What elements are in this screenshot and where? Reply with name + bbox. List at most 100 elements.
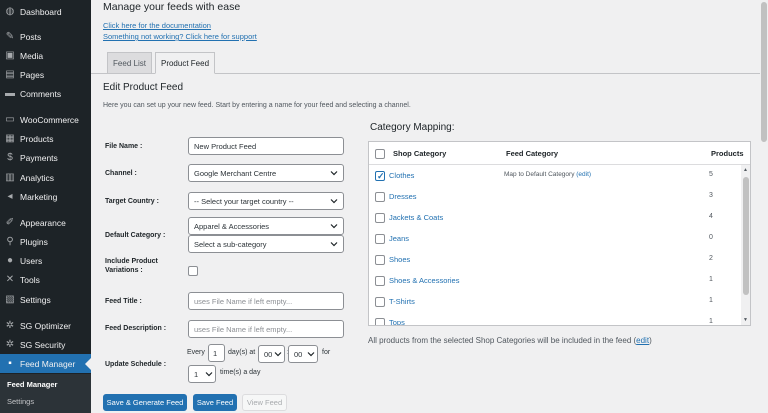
feed-category-header: Feed Category [506,149,559,158]
category-name[interactable]: T-Shirts [389,297,415,306]
submenu-item-feed-manager[interactable]: Feed Manager [7,380,57,389]
sidebar-item-feed-manager[interactable]: ▪ Feed Manager [0,354,91,373]
sidebar-item-label: Plugins [20,236,48,247]
times-select-value: 1 [194,369,199,379]
category-checkbox-jeans[interactable] [375,234,385,244]
product-count: 3 [709,192,713,199]
target-country-select[interactable]: -- Select your target country -- [188,192,344,210]
category-checkbox-dresses[interactable] [375,192,385,202]
sidebar-item-marketing[interactable]: ◂ Marketing [0,187,91,206]
sidebar-item-sg-security[interactable]: ✲ SG Security [0,335,91,354]
sidebar-item-products[interactable]: ▦ Products [0,129,91,148]
documentation-link[interactable]: Click here for the documentation [103,21,211,30]
scroll-up-icon[interactable]: ▲ [743,167,748,173]
chevron-down-icon [274,352,282,357]
category-mapping-table: Shop Category Feed Category Products ✓ C… [368,141,751,326]
feed-manager-icon: ▪ [8,358,12,369]
select-all-categories-checkbox[interactable] [375,149,385,159]
sidebar-item-woocommerce[interactable]: ▭ WooCommerce [0,110,91,129]
sidebar-item-users[interactable]: ● Users [0,251,91,270]
hour-select[interactable]: 00 [258,345,285,363]
submenu-item-settings[interactable]: Settings [7,397,34,406]
target-country-select-value: -- Select your target country -- [194,196,294,206]
product-count: 2 [709,255,713,262]
sub-category-select[interactable]: Select a sub-category [188,235,344,253]
sidebar-item-media[interactable]: ▣ Media [0,46,91,65]
product-count: 0 [709,234,713,241]
mapping-edit-link[interactable]: (edit) [576,171,591,178]
dashboard-icon: ◍ [5,6,15,17]
marketing-icon: ◂ [7,191,13,202]
default-category-select[interactable]: Apparel & Accessories [188,217,344,235]
category-row-jackets-coats: Jackets & Coats 4 [369,207,741,228]
category-checkbox-t-shirts[interactable] [375,297,385,307]
sidebar-item-plugins[interactable]: ⚲ Plugins [0,232,91,251]
category-name[interactable]: Jackets & Coats [389,213,443,222]
category-name[interactable]: Shoes [389,255,410,264]
sidebar-item-comments[interactable]: ▬ Comments [0,84,91,103]
category-name[interactable]: Dresses [389,192,417,201]
media-icon: ▣ [5,50,15,61]
products-icon: ▦ [5,133,15,144]
tab-product-feed[interactable]: Product Feed [155,52,215,74]
view-feed-button[interactable]: View Feed [242,394,287,411]
channel-select-value: Google Merchant Centre [194,168,277,178]
category-name[interactable]: Jeans [389,234,409,243]
category-checkbox-jackets-coats[interactable] [375,213,385,223]
save-generate-feed-button[interactable]: Save & Generate Feed [103,394,187,411]
sg-security-icon: ✲ [5,339,15,350]
window-scrollbar[interactable] [760,0,768,413]
sidebar-item-sg-optimizer[interactable]: ✲ SG Optimizer [0,316,91,335]
sidebar-item-tools[interactable]: ✕ Tools [0,270,91,289]
every-days-input[interactable]: 1 [208,344,225,362]
window-scroll-thumb[interactable] [761,2,767,142]
scroll-down-icon[interactable]: ▼ [743,317,748,323]
sidebar-item-appearance[interactable]: ✐ Appearance [0,213,91,232]
save-feed-button[interactable]: Save Feed [193,394,237,411]
footer-edit-link[interactable]: edit [636,336,649,345]
admin-sidebar: ◍ Dashboard ✎ Posts ▣ Media ▤ Pages ▬ Comment… [0,0,91,413]
category-checkbox-shoes[interactable] [375,255,385,265]
category-name[interactable]: Tops [389,318,405,325]
sidebar-item-payments[interactable]: $ Payments [0,148,91,167]
pages-icon: ▤ [5,69,15,80]
sidebar-item-label: Media [20,50,44,61]
product-count: 5 [709,171,713,178]
sub-category-select-value: Select a sub-category [194,239,267,249]
category-name[interactable]: Clothes [389,171,414,180]
sidebar-item-label: WooCommerce [20,114,79,125]
main-content: Manage your feeds with ease Click here f… [91,0,768,413]
channel-label: Channel : [105,170,137,177]
tab-feed-list[interactable]: Feed List [107,52,152,74]
times-select[interactable]: 1 [188,365,216,383]
channel-select[interactable]: Google Merchant Centre [188,164,344,182]
plugins-icon: ⚲ [6,236,14,247]
feed-title-input[interactable]: uses File Name if left empty... [188,292,344,310]
sidebar-item-dashboard[interactable]: ◍ Dashboard [0,2,91,21]
category-checkbox-tops[interactable] [375,318,385,325]
file-name-input[interactable]: New Product Feed [188,137,344,155]
category-checkbox-clothes[interactable]: ✓ [375,171,385,181]
product-count: 1 [709,318,713,325]
woocommerce-icon: ▭ [5,114,15,125]
category-checkbox-shoes-accessories[interactable] [375,276,385,286]
analytics-icon: ▥ [5,172,15,183]
sidebar-item-pages[interactable]: ▤ Pages [0,65,91,84]
feed-description-label: Feed Description : [105,325,167,332]
sidebar-item-label: Marketing [20,191,58,202]
category-scrollbar[interactable]: ▲ ▼ [741,165,750,325]
checkmark-icon: ✓ [377,171,385,181]
sidebar-item-settings[interactable]: ▧ Settings [0,290,91,309]
sidebar-item-posts[interactable]: ✎ Posts [0,27,91,46]
category-scroll-thumb[interactable] [743,177,749,295]
sidebar-item-analytics[interactable]: ▥ Analytics [0,168,91,187]
sidebar-item-label: Dashboard [20,6,62,17]
feed-description-input[interactable]: uses File Name if left empty... [188,320,344,338]
support-link[interactable]: Something not working? Click here for su… [103,32,257,41]
settings-icon: ▧ [5,294,15,305]
minute-select[interactable]: 00 [288,345,318,363]
sidebar-item-label: Users [20,255,43,266]
chevron-down-icon [330,242,338,247]
category-name[interactable]: Shoes & Accessories [389,276,459,285]
include-variations-checkbox[interactable] [188,266,198,276]
